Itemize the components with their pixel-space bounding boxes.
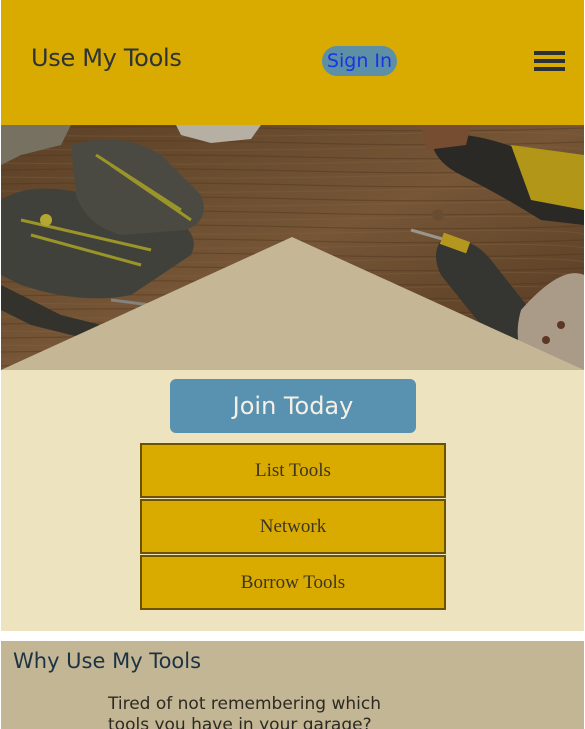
hero-image <box>1 125 584 370</box>
action-panel: Join Today List Tools Network Borrow Too… <box>1 370 584 631</box>
section-divider <box>1 631 584 641</box>
page: Use My Tools Sign In Join Today List Too… <box>1 0 584 729</box>
list-tools-button[interactable]: List Tools <box>140 443 446 498</box>
menu-bar <box>534 59 565 63</box>
menu-bar <box>534 67 565 71</box>
why-section-body: Tired of not remembering which tools you… <box>108 694 381 729</box>
workbench-tools-photo <box>1 125 584 370</box>
why-section-title: Why Use My Tools <box>13 649 202 673</box>
menu-bar <box>534 51 565 55</box>
hamburger-menu-icon[interactable] <box>534 49 565 75</box>
join-today-button[interactable]: Join Today <box>170 379 416 433</box>
site-header: Use My Tools Sign In <box>1 0 584 125</box>
why-section: Why Use My Tools Tired of not rememberin… <box>1 641 584 729</box>
network-button[interactable]: Network <box>140 499 446 554</box>
sign-in-button[interactable]: Sign In <box>322 46 397 76</box>
brand-title[interactable]: Use My Tools <box>31 44 182 72</box>
borrow-tools-button[interactable]: Borrow Tools <box>140 555 446 610</box>
